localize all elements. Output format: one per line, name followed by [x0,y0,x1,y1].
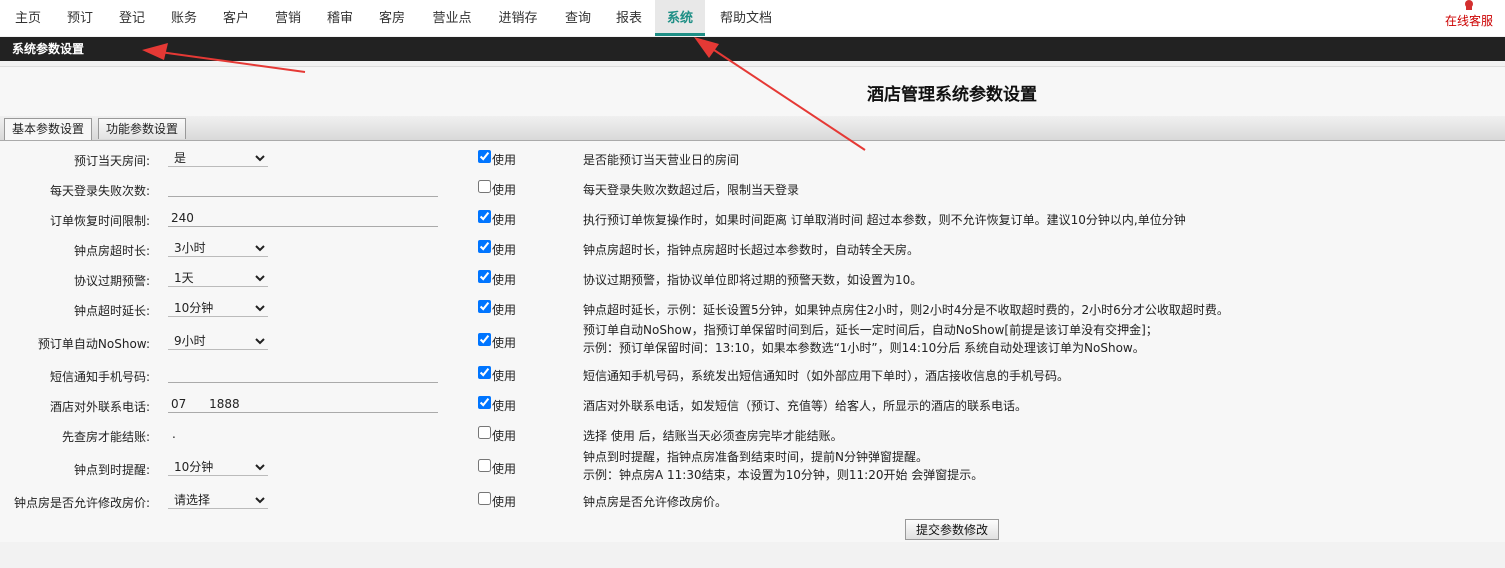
param-row: 短信通知手机号码: 使用 短信通知手机号码，系统发出短信通知时（如外部应用下单时… [0,364,1505,388]
use-checkbox[interactable] [478,270,491,283]
use-checkbox[interactable] [478,300,491,313]
use-label: 使用 [492,153,517,167]
param-label: 钟点房超时长: [73,244,150,258]
param-description-example: 示例：预订单保留时间：13:10，如果本参数选“1小时”，则14:10分后 系统… [583,341,1145,355]
use-label: 使用 [492,369,517,383]
param-row: 预订单自动NoShow: 9小时 使用 预订单自动NoShow，指预订单保留时间… [0,323,1505,361]
param-row: 每天登录失败次数: 使用 每天登录失败次数超过后，限制当天登录 [0,178,1505,202]
nav-item-outlets[interactable]: 营业点 [422,0,482,34]
nav-item-query[interactable]: 查询 [554,0,602,34]
param-row: 协议过期预警: 1天 使用 协议过期预警，指协议单位即将过期的预警天数，如设置为… [0,268,1505,292]
param-select[interactable]: 3小时 [168,239,268,257]
top-navigation: 主页 预订 登记 账务 客户 营销 稽审 客房 营业点 进销存 查询 报表 系统… [0,0,1505,36]
param-static-value: . [172,427,176,441]
use-checkbox[interactable] [478,210,491,223]
nav-item-checkin[interactable]: 登记 [108,0,156,34]
param-description: 预订单自动NoShow，指预订单保留时间到后，延长一定时间后，自动NoShow[… [583,323,1158,337]
param-label: 订单恢复时间限制: [49,214,150,228]
param-description: 每天登录失败次数超过后，限制当天登录 [583,183,800,197]
use-label: 使用 [492,336,517,350]
use-checkbox[interactable] [478,150,491,163]
use-checkbox[interactable] [478,366,491,379]
nav-item-marketing[interactable]: 营销 [264,0,312,34]
param-label: 每天登录失败次数: [49,184,150,198]
page-title: 酒店管理系统参数设置 [867,85,1037,105]
param-description: 短信通知手机号码，系统发出短信通知时（如外部应用下单时），酒店接收信息的手机号码… [583,369,1070,383]
param-label: 先查房才能结账: [61,430,150,444]
param-select[interactable]: 1天 [168,269,268,287]
tab-strip: 基本参数设置 功能参数设置 [0,116,1505,141]
param-description: 选择 使用 后，结账当天必须查房完毕才能结账。 [583,429,843,443]
param-row: 先查房才能结账: . 使用 选择 使用 后，结账当天必须查房完毕才能结账。 [0,424,1505,448]
param-row: 钟点超时延长: 10分钟 使用 钟点超时延长，示例：延长设置5分钟，如果钟点房住… [0,298,1505,322]
use-checkbox[interactable] [478,426,491,439]
param-label: 钟点到时提醒: [73,463,150,477]
param-row: 订单恢复时间限制: 使用 执行预订单恢复操作时，如果时间距离 订单取消时间 超过… [0,208,1505,232]
use-label: 使用 [492,429,517,443]
param-label: 钟点超时延长: [73,304,150,318]
nav-item-help-docs[interactable]: 帮助文档 [710,0,782,34]
param-description-example: 示例：钟点房A 11:30结束，本设置为10分钟，则11:20开始 会弹窗提示。 [583,468,984,482]
use-checkbox[interactable] [478,333,491,346]
tab-basic-params[interactable]: 基本参数设置 [4,118,93,140]
use-checkbox[interactable] [478,459,491,472]
nav-item-audit[interactable]: 稽审 [316,0,364,34]
param-description: 是否能预订当天营业日的房间 [583,153,740,167]
param-row: 预订当天房间: 是 使用 是否能预订当天营业日的房间 [0,148,1505,172]
use-checkbox[interactable] [478,180,491,193]
use-checkbox[interactable] [478,240,491,253]
use-label: 使用 [492,303,517,317]
nav-item-reports[interactable]: 报表 [605,0,653,34]
use-checkbox[interactable] [478,396,491,409]
nav-item-system[interactable]: 系统 [655,0,705,36]
param-description: 钟点房超时长，指钟点房超时长超过本参数时，自动转全天房。 [583,243,920,257]
tab-function-params[interactable]: 功能参数设置 [98,118,187,139]
use-label: 使用 [492,399,517,413]
use-checkbox[interactable] [478,492,491,505]
nav-item-rooms[interactable]: 客房 [368,0,416,34]
param-select[interactable]: 请选择 [168,491,268,509]
param-label: 协议过期预警: [73,274,150,288]
param-input[interactable] [168,365,438,383]
online-service-button[interactable]: 在线客服 [1443,0,1495,34]
param-row: 钟点到时提醒: 10分钟 使用 钟点到时提醒，指钟点房准备到结束时间，提前N分钟… [0,450,1505,487]
use-label: 使用 [492,243,517,257]
param-input[interactable] [168,395,438,413]
nav-item-customers[interactable]: 客户 [212,0,260,34]
param-select[interactable]: 10分钟 [168,458,268,476]
param-description: 酒店对外联系电话，如发短信（预订、充值等）给客人，所显示的酒店的联系电话。 [583,399,1028,413]
nav-item-home[interactable]: 主页 [4,0,52,34]
param-description: 钟点房是否允许修改房价。 [583,495,728,509]
use-label: 使用 [492,183,517,197]
param-select[interactable]: 是 [168,149,268,167]
param-select[interactable]: 9小时 [168,332,268,350]
param-description: 执行预订单恢复操作时，如果时间距离 订单取消时间 超过本参数，则不允许恢复订单。… [583,213,1186,227]
param-select[interactable]: 10分钟 [168,299,268,317]
param-row: 钟点房是否允许修改房价: 请选择 使用 钟点房是否允许修改房价。 [0,490,1505,514]
param-label: 预订当天房间: [73,154,150,168]
nav-item-reservation[interactable]: 预订 [56,0,104,34]
customer-service-icon [1465,0,1473,10]
param-row: 钟点房超时长: 3小时 使用 钟点房超时长，指钟点房超时长超过本参数时，自动转全… [0,238,1505,262]
param-input[interactable] [168,209,438,227]
online-service-label: 在线客服 [1444,14,1493,28]
nav-item-accounts[interactable]: 账务 [160,0,208,34]
param-label: 预订单自动NoShow: [37,337,150,351]
param-label: 短信通知手机号码: [49,370,150,384]
param-description: 钟点超时延长，示例：延长设置5分钟，如果钟点房住2小时，则2小时4分是不收取超时… [583,303,1229,317]
use-label: 使用 [492,462,517,476]
use-label: 使用 [492,495,517,509]
nav-item-inventory[interactable]: 进销存 [488,0,548,34]
use-label: 使用 [492,213,517,227]
param-label: 钟点房是否允许修改房价: [13,496,150,510]
use-label: 使用 [492,273,517,287]
param-description: 钟点到时提醒，指钟点房准备到结束时间，提前N分钟弹窗提醒。 [583,450,928,464]
param-label: 酒店对外联系电话: [49,400,150,414]
param-row: 酒店对外联系电话: 使用 酒店对外联系电话，如发短信（预订、充值等）给客人，所显… [0,394,1505,418]
submit-params-button[interactable]: 提交参数修改 [905,519,999,540]
param-input[interactable] [168,179,438,197]
param-description: 协议过期预警，指协议单位即将过期的预警天数，如设置为10。 [583,273,923,287]
section-title-bar: 系统参数设置 [0,37,1505,61]
